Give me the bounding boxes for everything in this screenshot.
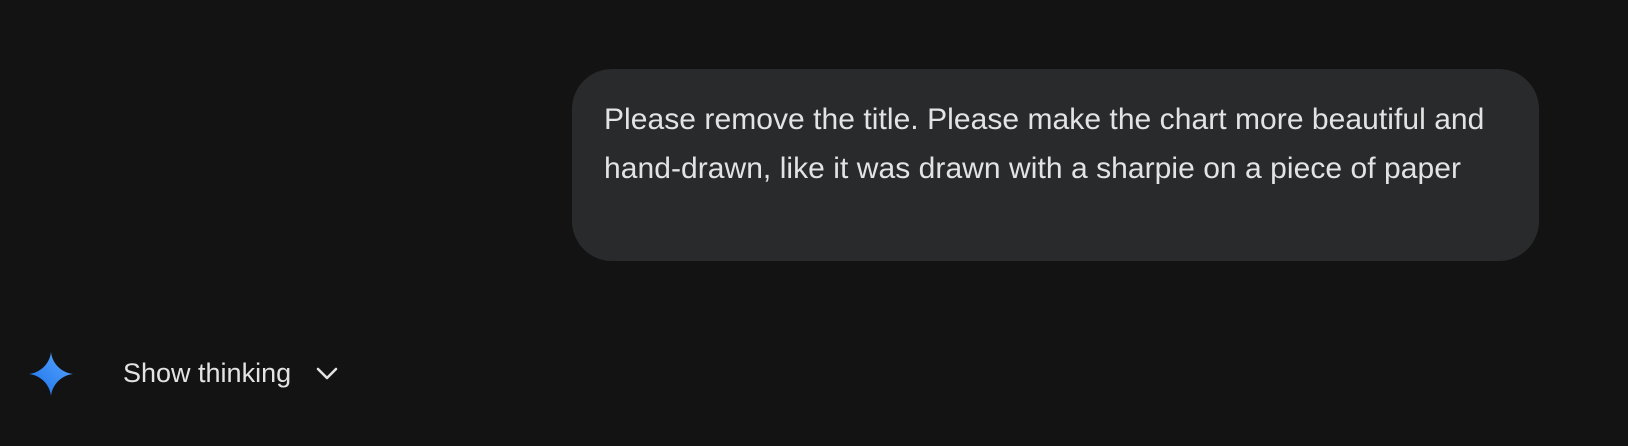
gemini-sparkle-icon (27, 350, 75, 398)
show-thinking-toggle[interactable]: Show thinking (113, 348, 351, 398)
assistant-response-header: Show thinking (0, 348, 600, 398)
user-message-bubble: Please remove the title. Please make the… (572, 69, 1539, 261)
chevron-down-icon (313, 359, 341, 387)
show-thinking-label: Show thinking (123, 357, 292, 388)
chat-conversation: Please remove the title. Please make the… (0, 0, 1628, 446)
user-message-text: Please remove the title. Please make the… (604, 103, 1493, 185)
